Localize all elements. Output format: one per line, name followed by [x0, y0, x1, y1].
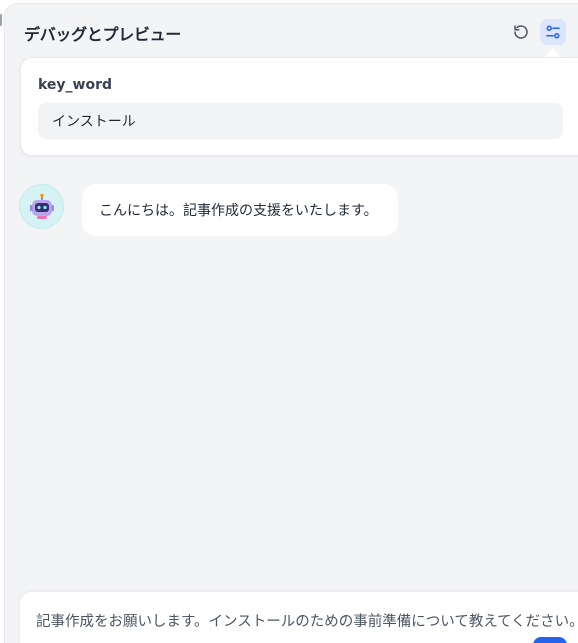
- send-button[interactable]: [533, 637, 567, 643]
- message-composer[interactable]: 記事作成をお願いします。インストールのための事前準備について教えてください。: [20, 592, 578, 643]
- left-edge-marker: [0, 14, 2, 26]
- reset-button[interactable]: [508, 19, 534, 45]
- popover-caret: [545, 48, 561, 57]
- variables-card: key_word インストール: [20, 57, 578, 156]
- bot-message-text: こんにちは。記事作成の支援をいたします。: [99, 203, 378, 219]
- bot-message-bubble: こんにちは。記事作成の支援をいたします。: [82, 184, 398, 236]
- composer-input-text[interactable]: 記事作成をお願いします。インストールのための事前準備について教えてください。: [36, 610, 578, 631]
- robot-icon: [29, 193, 54, 219]
- settings-sliders-icon: [546, 25, 560, 39]
- bot-avatar: [19, 184, 64, 229]
- panel-title: デバッグとプレビュー: [24, 25, 182, 44]
- reset-icon: [514, 25, 528, 39]
- variable-label: key_word: [38, 77, 113, 93]
- variables-settings-button[interactable]: [540, 19, 566, 45]
- keyword-input[interactable]: インストール: [38, 103, 563, 139]
